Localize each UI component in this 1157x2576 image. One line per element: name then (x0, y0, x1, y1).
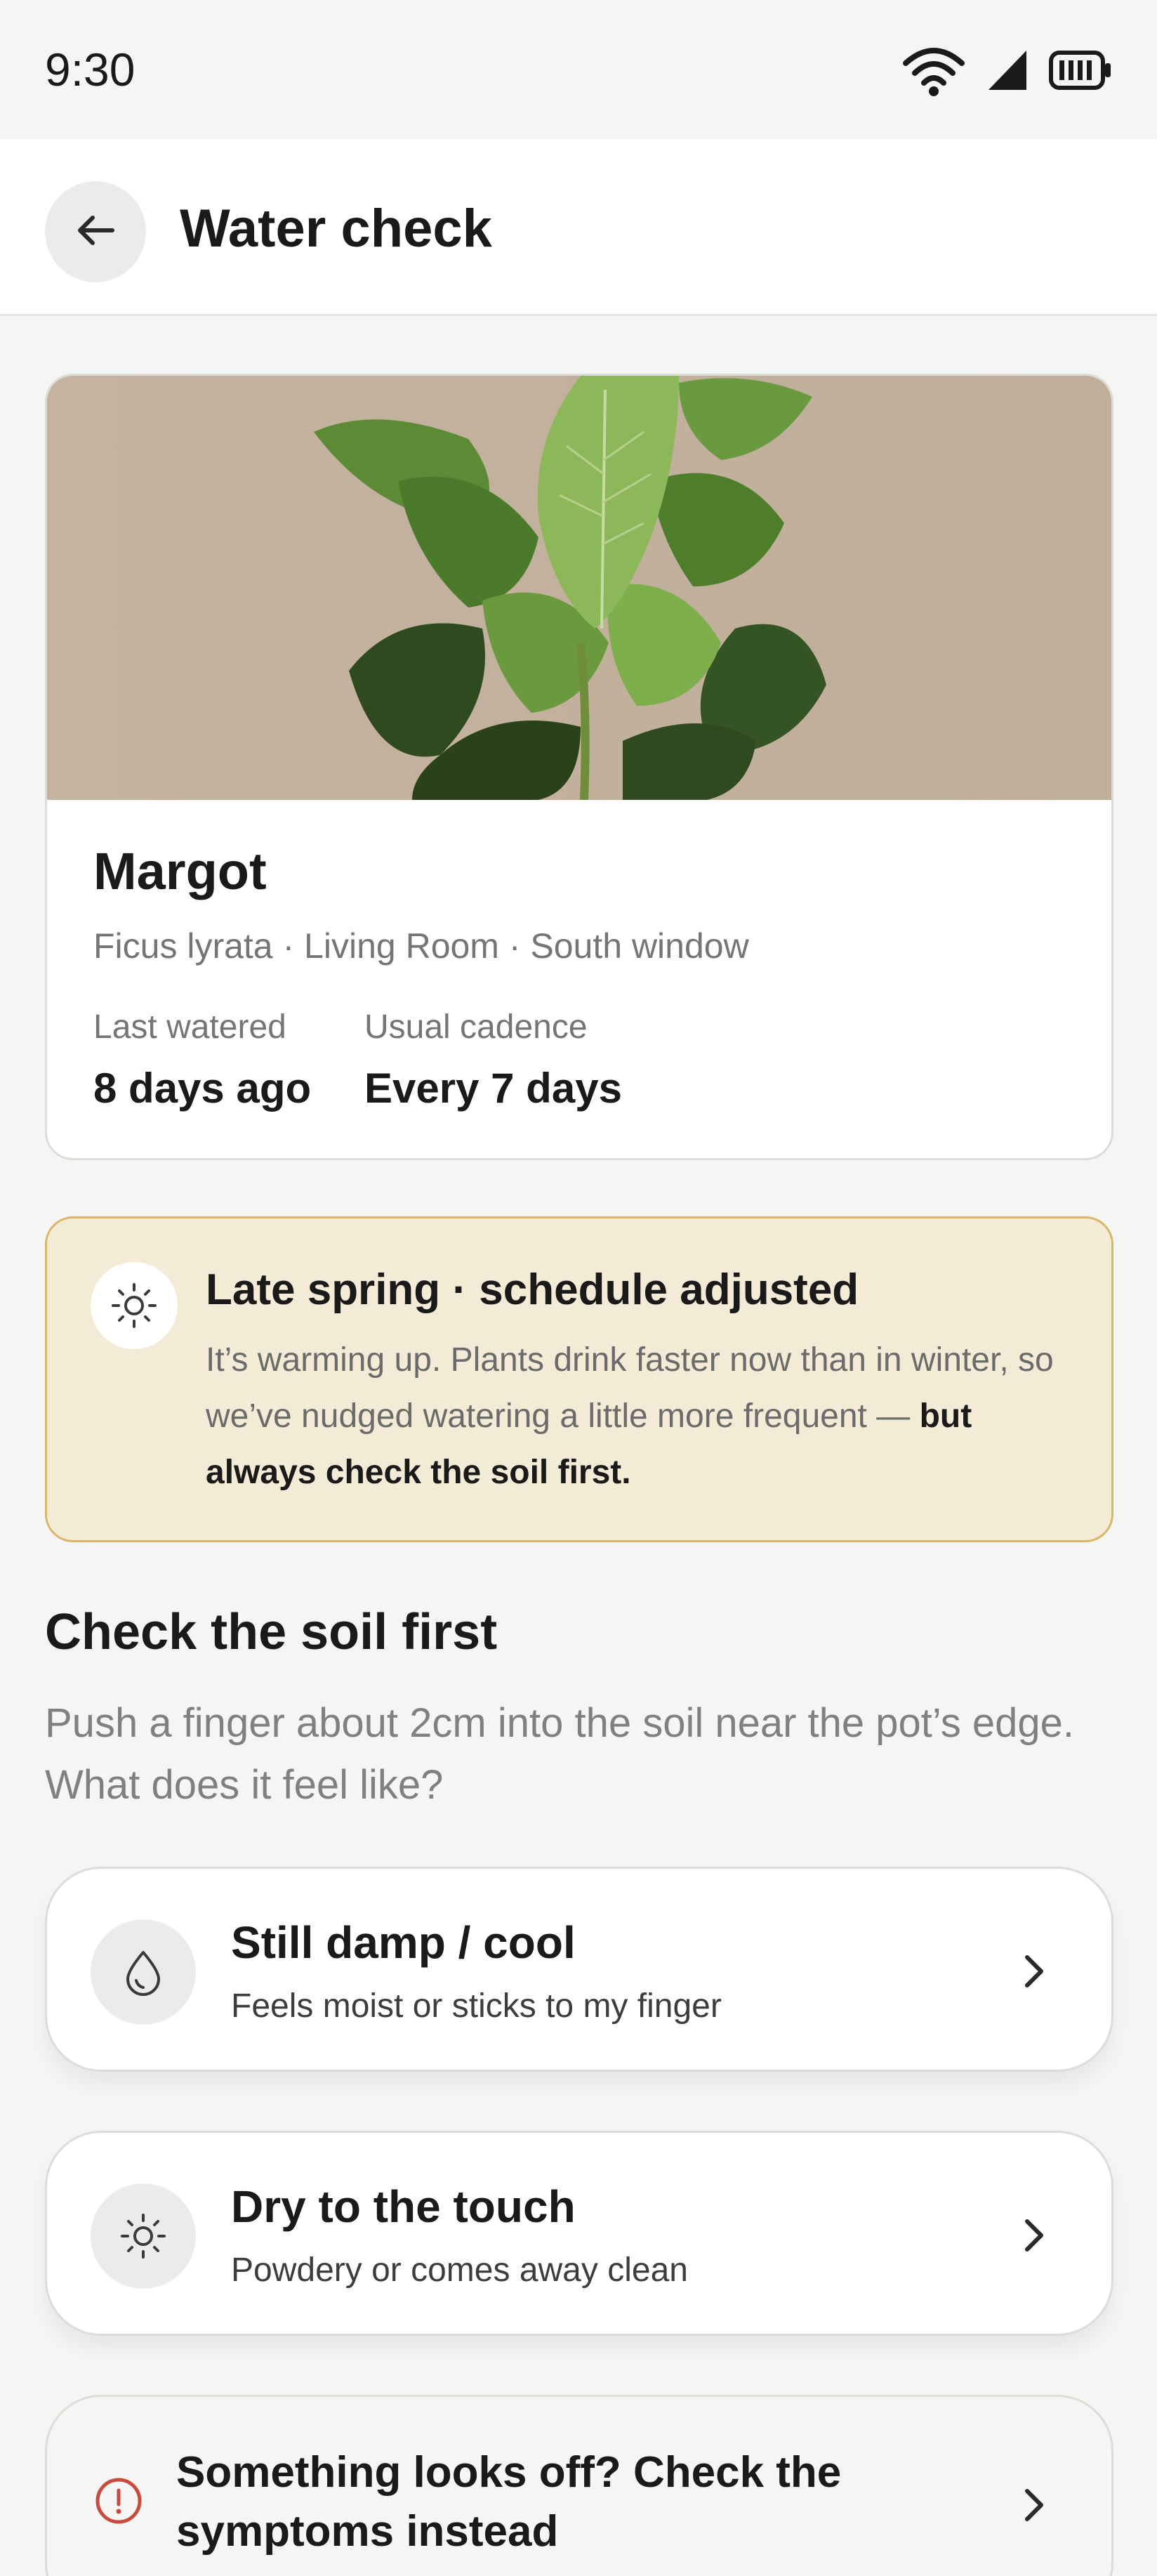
season-title: Late spring · schedule adjusted (206, 1266, 859, 1314)
sun-icon (91, 2183, 196, 2289)
stat-label: Usual cadence (364, 1008, 588, 1046)
status-time: 9:30 (45, 44, 135, 96)
option-subtitle: Powdery or comes away clean (231, 2252, 688, 2289)
season-banner: Late spring · schedule adjusted It’s war… (45, 1216, 1113, 1542)
season-body: It’s warming up. Plants drink faster now… (206, 1332, 1076, 1501)
stat-value: Every 7 days (364, 1065, 622, 1112)
plant-card: Margot Ficus lyrata · Living Room · Sout… (45, 374, 1113, 1160)
droplet-icon (91, 1919, 196, 2025)
option-dry[interactable]: Dry to the touch Powdery or comes away c… (45, 2131, 1113, 2336)
symptoms-link[interactable]: Something looks off? Check the symptoms … (45, 2395, 1113, 2576)
option-subtitle: Feels moist or sticks to my finger (231, 1987, 722, 2025)
arrow-left-icon (76, 213, 115, 251)
section-title: Check the soil first (45, 1604, 498, 1660)
page-title: Water check (180, 199, 492, 258)
battery-icon (1049, 51, 1112, 90)
stat-usual-cadence: Usual cadence Every 7 days (364, 1008, 622, 1113)
chevron-right-icon (1013, 1950, 1055, 1992)
option-title: Still damp / cool (231, 1917, 576, 1968)
stat-value: 8 days ago (93, 1065, 312, 1112)
option-still-damp[interactable]: Still damp / cool Feels moist or sticks … (45, 1867, 1113, 2072)
info-icon (91, 2473, 147, 2529)
stat-label: Last watered (93, 1008, 286, 1046)
wifi-icon (901, 42, 966, 98)
stat-last-watered: Last watered 8 days ago (93, 1008, 311, 1113)
sun-icon (91, 1262, 178, 1349)
signal-icon (987, 49, 1028, 91)
status-icons (901, 42, 1112, 98)
app-bar: Water check (0, 139, 1157, 316)
status-bar: 9:30 (0, 0, 1157, 139)
chevron-right-icon (1013, 2484, 1055, 2526)
plant-details: Ficus lyrata · Living Room · South windo… (93, 926, 749, 966)
symptoms-link-label: Something looks off? Check the symptoms … (176, 2448, 842, 2556)
option-title: Dry to the touch (231, 2181, 576, 2232)
section-description: Push a finger about 2cm into the soil ne… (45, 1700, 1075, 1808)
plant-photo (47, 376, 1111, 800)
back-button[interactable] (45, 181, 146, 282)
chevron-right-icon (1013, 2214, 1055, 2256)
plant-name: Margot (93, 842, 267, 900)
